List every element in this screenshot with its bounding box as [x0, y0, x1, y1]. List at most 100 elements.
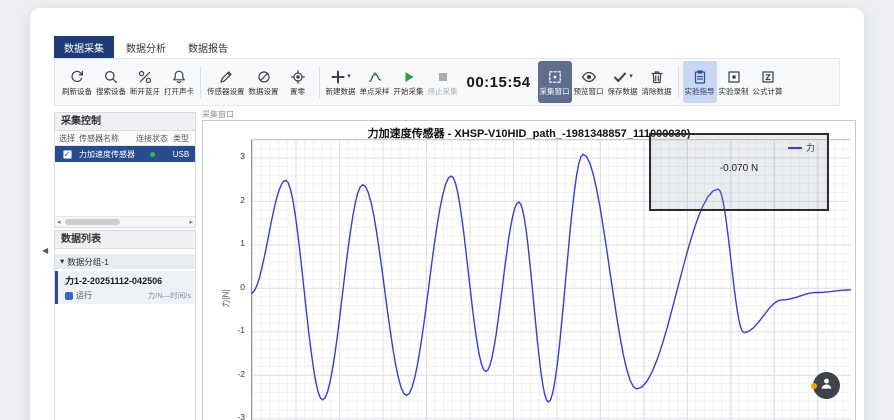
run-status-icon [65, 292, 73, 300]
experiment-guide-button[interactable]: 实验指导 [683, 61, 717, 103]
sidebar-collapse-button[interactable]: ◀ [42, 246, 48, 255]
tab-data-report[interactable]: 数据报告 [178, 36, 238, 59]
notification-dot [811, 383, 817, 389]
bluetooth-icon [137, 69, 153, 85]
selection-bar [55, 271, 58, 304]
new-data-label: 新建数据 [326, 88, 356, 96]
y-tick--1: -1 [203, 325, 245, 335]
plus-icon [330, 69, 346, 85]
y-tick-1: 1 [203, 238, 245, 248]
open-soundcard-button[interactable]: 打开声卡 [162, 61, 196, 103]
data-item-row[interactable]: 力1-2-20251112-042506 运行 力/N—时间/s [55, 271, 195, 304]
sensor-name: 力加速度传感器 [79, 149, 135, 160]
y-tick-3: 3 [203, 151, 245, 161]
app-window: 数据采集 数据分析 数据报告 刷新设备搜索设备断开蓝牙打开声卡 传感器设置数据设置… [30, 8, 864, 420]
toolbar: 刷新设备搜索设备断开蓝牙打开声卡 传感器设置数据设置置零 ▾ 新建数据单点采样开始采集… [54, 58, 840, 106]
y-axis-label: 力[N] [221, 289, 232, 307]
single-sample-label: 单点采样 [360, 88, 390, 96]
caret-down-icon[interactable]: ▾ [629, 73, 633, 80]
trash-icon [649, 69, 665, 85]
legend-line-icon [788, 147, 802, 149]
disconnect-bluetooth-label: 断开蓝牙 [130, 88, 160, 96]
horizontal-scrollbar[interactable]: ◂ ▸ [55, 216, 195, 227]
save-data-button[interactable]: ▾ 保存数据 [606, 61, 640, 103]
sensor-table-row[interactable]: ✓ 力加速度传感器 USB [55, 146, 195, 162]
refresh-icon [69, 69, 85, 85]
data-group-label: 数据分组-1 [67, 256, 109, 268]
collapse-left-icon: ◀ [42, 246, 48, 255]
collect-control-title: 采集控制 [55, 113, 195, 131]
col-type: 类型 [169, 133, 193, 144]
toolbar-separator [200, 66, 201, 98]
scroll-left-icon[interactable]: ◂ [57, 218, 61, 226]
data-settings-button[interactable]: 数据设置 [247, 61, 281, 103]
refresh-devices-label: 刷新设备 [62, 88, 92, 96]
tree-caret-icon: ▾ [60, 256, 64, 267]
y-tick-0: 0 [203, 282, 245, 292]
col-sensor-name: 传感器名称 [79, 133, 135, 144]
collect-window-label: 采集窗口 [202, 109, 234, 120]
single-sample-button[interactable]: 单点采样 [358, 61, 392, 103]
data-settings-label: 数据设置 [249, 88, 279, 96]
sensor-settings-button[interactable]: 传感器设置 [205, 61, 247, 103]
target-icon [290, 69, 306, 85]
check-icon [612, 69, 628, 85]
eye-icon [581, 69, 597, 85]
formula-calc-button[interactable]: 公式计算 [751, 61, 785, 103]
experiment-record-label: 实验录制 [719, 88, 749, 96]
search-devices-button[interactable]: 搜索设备 [94, 61, 128, 103]
col-select: 选择 [55, 133, 79, 144]
sensor-type: USB [169, 150, 193, 159]
toolbar-separator [678, 66, 679, 98]
clipboard-icon [692, 69, 708, 85]
disconnect-bluetooth-button[interactable]: 断开蓝牙 [128, 61, 162, 103]
save-data-label: 保存数据 [608, 88, 638, 96]
dashedsq-icon [547, 69, 563, 85]
open-soundcard-label: 打开声卡 [164, 88, 194, 96]
toolbar-separator [319, 66, 320, 98]
clear-data-label: 清除数据 [642, 88, 672, 96]
clear-data-button[interactable]: 清除数据 [640, 61, 674, 103]
preview-window-button[interactable]: 预览窗口 [572, 61, 606, 103]
data-group-row[interactable]: ▾ 数据分组-1 [55, 254, 195, 269]
sensor-checkbox[interactable]: ✓ [63, 150, 72, 159]
tab-data-analysis[interactable]: 数据分析 [116, 36, 176, 59]
collect-window-button[interactable]: 采集窗口 [538, 61, 572, 103]
collect-window-label: 采集窗口 [540, 88, 570, 96]
stop-collect-button[interactable]: 停止采集 [426, 61, 460, 103]
person-icon [819, 376, 834, 396]
assistant-button[interactable] [813, 372, 840, 399]
collect-control-panel: 采集控制 选择 传感器名称 连接状态 类型 ✓ 力加速度传感器 USB ◂ ▸ [54, 112, 196, 228]
stop-collect-label: 停止采集 [428, 88, 458, 96]
scrollbar-thumb[interactable] [65, 219, 120, 225]
search-devices-label: 搜索设备 [96, 88, 126, 96]
sample-icon [367, 69, 383, 85]
experiment-guide-label: 实验指导 [685, 88, 715, 96]
sensor-settings-label: 传感器设置 [207, 88, 245, 96]
connected-status-dot [150, 152, 155, 157]
axes-label: 力/N—时间/s [148, 290, 191, 301]
data-list-panel: 数据列表 ▾ 数据分组-1 力1-2-20251112-042506 运行 力/… [54, 230, 196, 420]
chart-legend: 力 [788, 141, 815, 154]
sensor-table-empty-area [55, 162, 195, 216]
formula-calc-label: 公式计算 [753, 88, 783, 96]
data-list-title: 数据列表 [55, 231, 195, 249]
start-collect-label: 开始采集 [394, 88, 424, 96]
tab-data-collect[interactable]: 数据采集 [54, 36, 114, 59]
search-icon [103, 69, 119, 85]
new-data-button[interactable]: ▾ 新建数据 [324, 61, 358, 103]
slash-icon [256, 69, 272, 85]
start-collect-button[interactable]: 开始采集 [392, 61, 426, 103]
data-item-title: 力1-2-20251112-042506 [65, 274, 191, 287]
fxsq-icon [760, 69, 776, 85]
caret-down-icon[interactable]: ▾ [347, 73, 351, 80]
chart-container: 力加速度传感器 - XHSP-V10HID_path_-1981348857_1… [202, 120, 856, 420]
y-tick-2: 2 [203, 195, 245, 205]
experiment-record-button[interactable]: 实验录制 [717, 61, 751, 103]
play-icon [401, 69, 417, 85]
zero-set-button[interactable]: 置零 [281, 61, 315, 103]
pen-icon [218, 69, 234, 85]
refresh-devices-button[interactable]: 刷新设备 [60, 61, 94, 103]
y-tick--3: -3 [203, 412, 245, 420]
scroll-right-icon[interactable]: ▸ [189, 218, 193, 226]
